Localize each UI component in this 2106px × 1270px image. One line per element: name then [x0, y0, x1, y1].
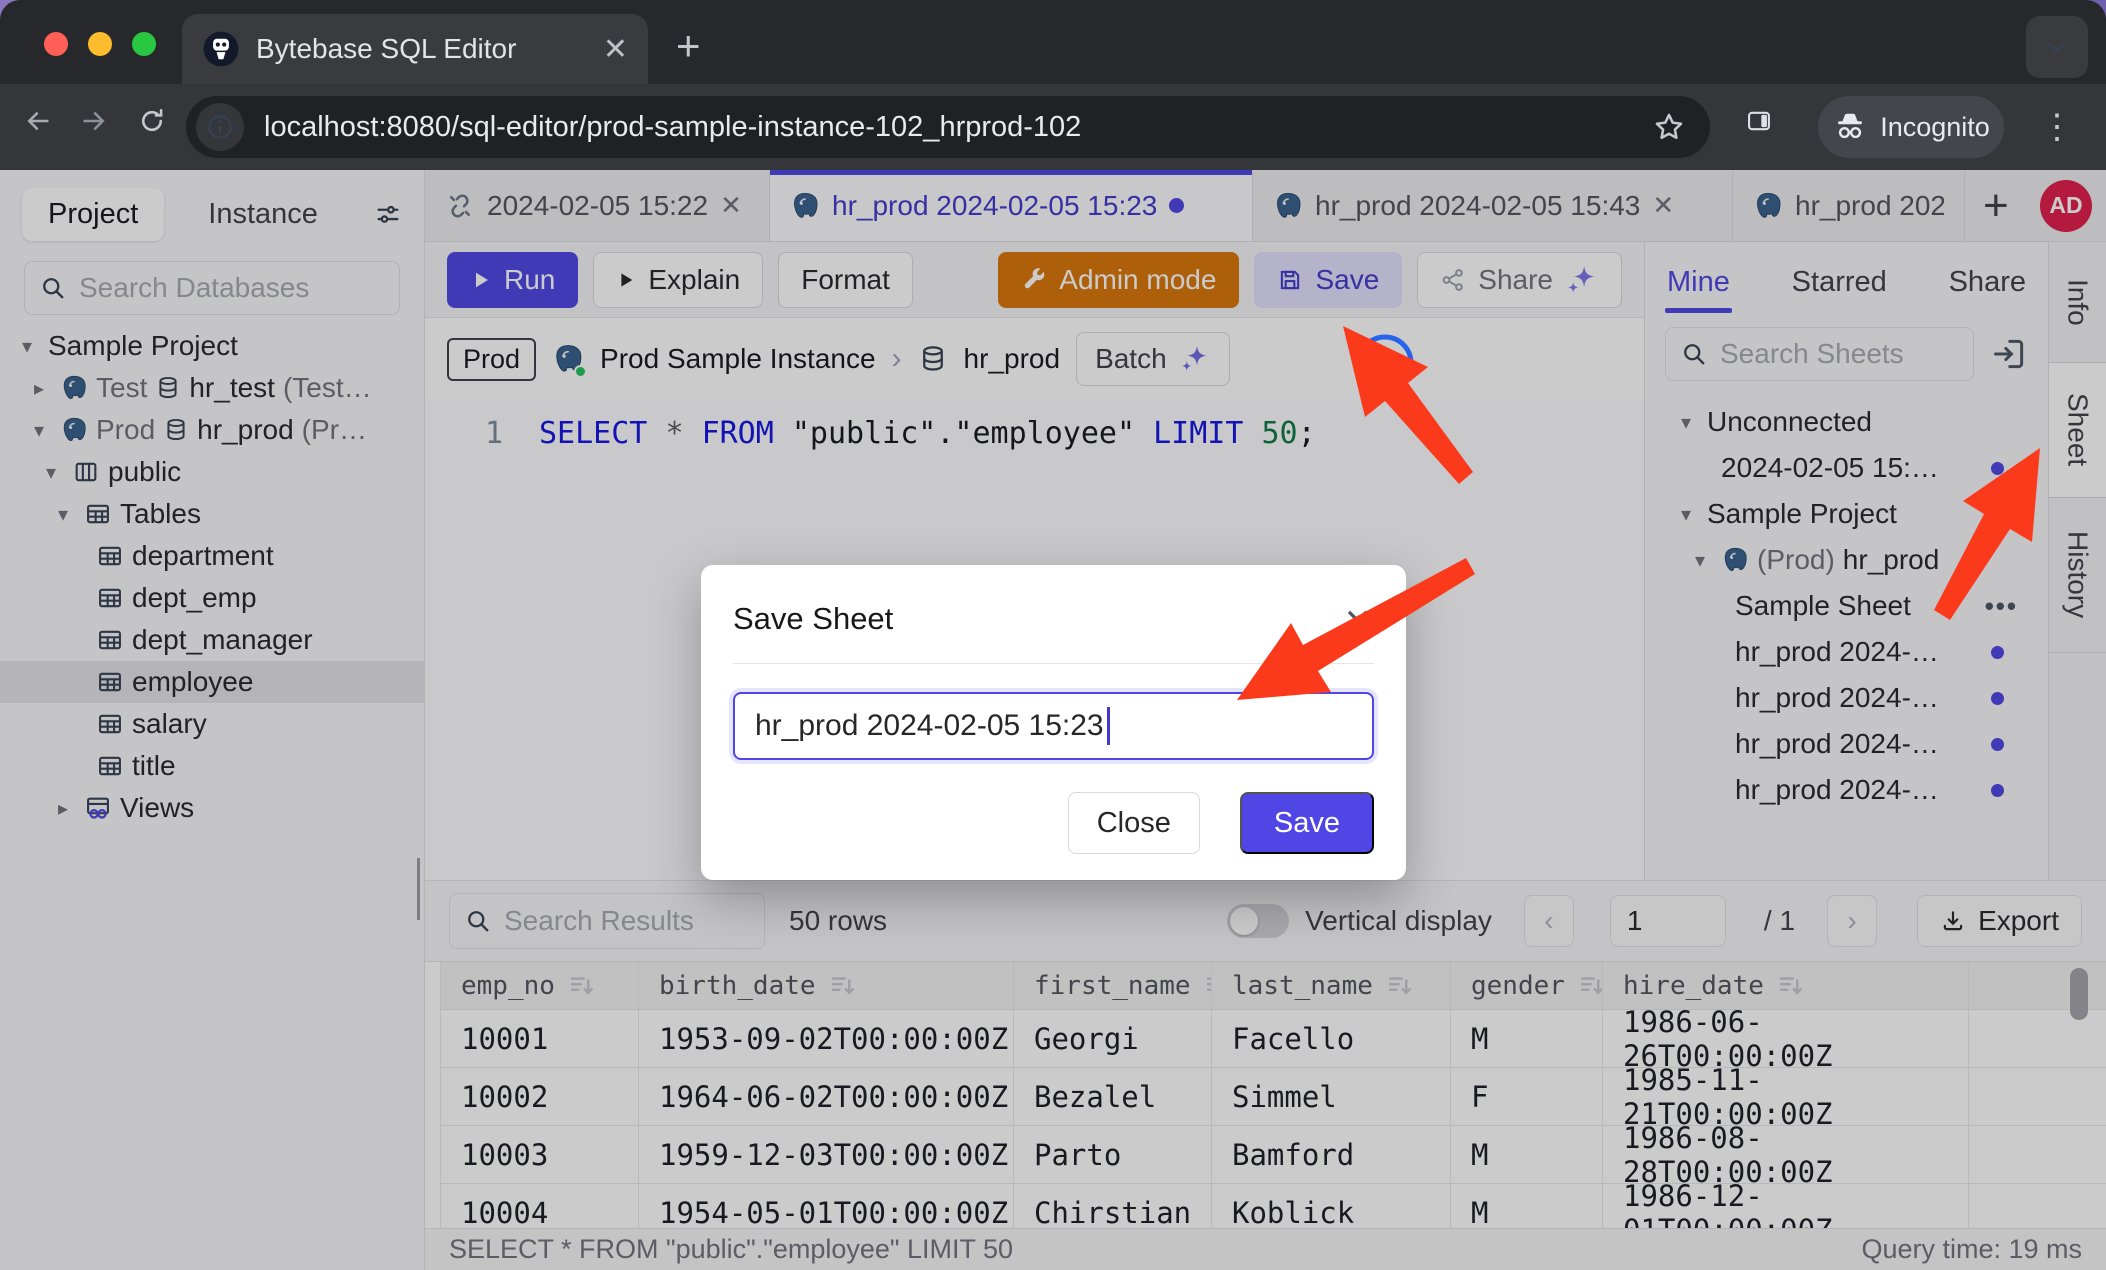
forward-icon[interactable] [80, 107, 108, 135]
sheet-name-value: hr_prod 2024-02-05 15:23 [755, 709, 1104, 743]
dialog-title: Save Sheet [733, 565, 1374, 637]
bookmark-star-icon[interactable] [1652, 110, 1686, 144]
titlebar: Bytebase SQL Editor ✕ + [0, 0, 2106, 84]
dialog-save-button[interactable]: Save [1240, 792, 1374, 854]
sheet-name-input[interactable]: hr_prod 2024-02-05 15:23 [733, 692, 1374, 760]
save-sheet-dialog: Save Sheet ✕ hr_prod 2024-02-05 15:23 Cl… [701, 565, 1406, 880]
browser-chrome: Bytebase SQL Editor ✕ + localhost:8080/s… [0, 0, 2106, 170]
dialog-divider [733, 663, 1374, 664]
close-tab-icon[interactable]: ✕ [603, 32, 628, 67]
url-bar[interactable]: localhost:8080/sql-editor/prod-sample-in… [186, 96, 1710, 158]
dialog-close-button[interactable]: Close [1068, 792, 1200, 854]
bytebase-favicon-icon [202, 30, 240, 68]
incognito-label: Incognito [1880, 112, 1990, 143]
back-icon[interactable] [24, 107, 52, 135]
dialog-close-icon[interactable]: ✕ [1344, 605, 1373, 639]
tab-search-button[interactable] [2026, 16, 2088, 78]
reload-icon[interactable] [138, 107, 166, 135]
incognito-spy-icon [1832, 109, 1868, 145]
browser-navbar: localhost:8080/sql-editor/prod-sample-in… [0, 84, 2106, 170]
incognito-badge: Incognito [1818, 96, 2004, 158]
new-tab-button[interactable]: + [676, 22, 701, 70]
close-window-button[interactable] [44, 32, 68, 56]
browser-menu-icon[interactable]: ⋮ [2040, 108, 2074, 146]
text-cursor [1107, 707, 1110, 745]
screen: Bytebase SQL Editor ✕ + localhost:8080/s… [0, 0, 2106, 1270]
url-text: localhost:8080/sql-editor/prod-sample-in… [264, 111, 1652, 144]
zoom-window-button[interactable] [132, 32, 156, 56]
chevron-down-icon [2042, 32, 2072, 62]
minimize-window-button[interactable] [88, 32, 112, 56]
info-circle-icon [205, 112, 235, 142]
browser-tab-title: Bytebase SQL Editor [256, 33, 587, 65]
dialog-footer: Close Save [733, 792, 1374, 854]
side-panel-icon[interactable] [1745, 107, 1773, 135]
browser-window: Bytebase SQL Editor ✕ + localhost:8080/s… [0, 0, 2106, 1270]
browser-tab[interactable]: Bytebase SQL Editor ✕ [182, 14, 648, 84]
site-info-icon[interactable] [196, 103, 244, 151]
